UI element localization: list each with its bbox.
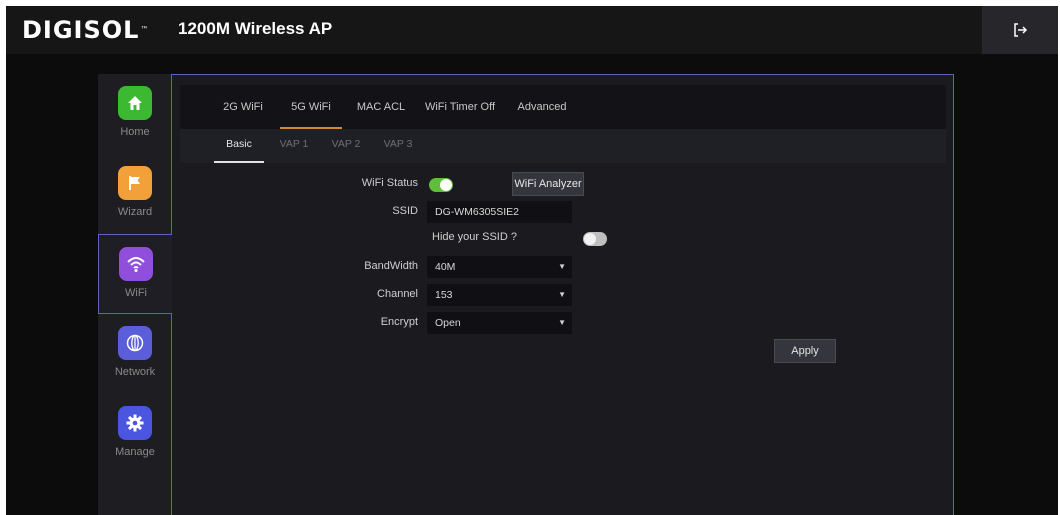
channel-value: 153 — [435, 289, 453, 301]
toggle-knob — [584, 233, 596, 245]
hide-ssid-toggle[interactable] — [583, 232, 607, 246]
header-bar: DIGISOL™ 1200M Wireless AP — [6, 6, 1058, 54]
sidebar-item-label: Wizard — [117, 206, 153, 218]
bandwidth-select[interactable]: 40M ▼ — [427, 256, 572, 278]
toggle-knob — [440, 179, 452, 191]
subtab-vap3[interactable]: VAP 3 — [380, 129, 416, 163]
sidebar-item-label: Home — [120, 126, 150, 138]
sidebar-item-label: Network — [114, 366, 156, 378]
wifi-analyzer-button[interactable]: WiFi Analyzer — [512, 172, 584, 196]
tab-wifi-timer-off[interactable]: WiFi Timer Off — [420, 85, 500, 129]
logo-text: DIGISOL — [22, 16, 140, 44]
page-title: 1200M Wireless AP — [178, 19, 333, 38]
encrypt-value: Open — [435, 317, 461, 329]
flag-icon — [129, 176, 140, 190]
dropdown-arrow-icon: ▼ — [558, 262, 566, 271]
home-icon — [128, 96, 142, 110]
wizard-tile — [118, 166, 152, 200]
sidebar-item-label: Manage — [115, 446, 155, 458]
tab-bar: 2G WiFi 5G WiFi MAC ACL WiFi Timer Off A… — [180, 85, 946, 129]
channel-select[interactable]: 153 ▼ — [427, 284, 572, 306]
sidebar-item-manage[interactable]: Manage — [98, 394, 172, 474]
encrypt-label: Encrypt — [380, 316, 418, 328]
wifi-icon — [127, 257, 145, 272]
logout-icon — [1014, 23, 1028, 37]
wifi-status-label: WiFi Status — [361, 177, 418, 189]
tab-mac-acl[interactable]: MAC ACL — [354, 85, 408, 129]
dropdown-arrow-icon: ▼ — [558, 318, 566, 327]
globe-icon — [126, 334, 144, 352]
apply-button[interactable]: Apply — [774, 339, 836, 363]
wifi-tile — [119, 247, 153, 281]
encrypt-select[interactable]: Open ▼ — [427, 312, 572, 334]
bandwidth-value: 40M — [435, 261, 456, 273]
subtab-vap2[interactable]: VAP 2 — [328, 129, 364, 163]
tab-5g-wifi[interactable]: 5G WiFi — [280, 85, 342, 129]
sidebar: Home Wizard WiFi Network Manage — [98, 74, 172, 515]
network-tile — [118, 326, 152, 360]
sidebar-item-network[interactable]: Network — [98, 314, 172, 394]
content-panel: 2G WiFi 5G WiFi MAC ACL WiFi Timer Off A… — [171, 74, 954, 515]
app-window: DIGISOL™ 1200M Wireless AP Home Wizard W… — [6, 6, 1058, 515]
sidebar-item-home[interactable]: Home — [98, 74, 172, 154]
sidebar-item-label: WiFi — [125, 287, 147, 299]
dropdown-arrow-icon: ▼ — [558, 290, 566, 299]
gear-icon — [126, 414, 144, 432]
channel-label: Channel — [377, 288, 418, 300]
subtab-basic[interactable]: Basic — [214, 129, 264, 163]
tab-advanced[interactable]: Advanced — [510, 85, 574, 129]
subtab-vap1[interactable]: VAP 1 — [276, 129, 312, 163]
hide-ssid-label: Hide your SSID ? — [432, 231, 517, 243]
subtab-bar: Basic VAP 1 VAP 2 VAP 3 — [180, 129, 946, 163]
ssid-input[interactable] — [427, 201, 572, 223]
wifi-status-toggle[interactable] — [429, 178, 453, 192]
ssid-label: SSID — [392, 205, 418, 217]
tab-2g-wifi[interactable]: 2G WiFi — [220, 85, 266, 129]
home-tile — [118, 86, 152, 120]
sidebar-item-wizard[interactable]: Wizard — [98, 154, 172, 234]
sidebar-item-wifi[interactable]: WiFi — [98, 234, 172, 314]
logout-button[interactable] — [982, 6, 1058, 54]
digisol-logo: DIGISOL™ — [22, 15, 149, 45]
logo-trademark: ™ — [140, 25, 150, 34]
manage-tile — [118, 406, 152, 440]
bandwidth-label: BandWidth — [364, 260, 418, 272]
